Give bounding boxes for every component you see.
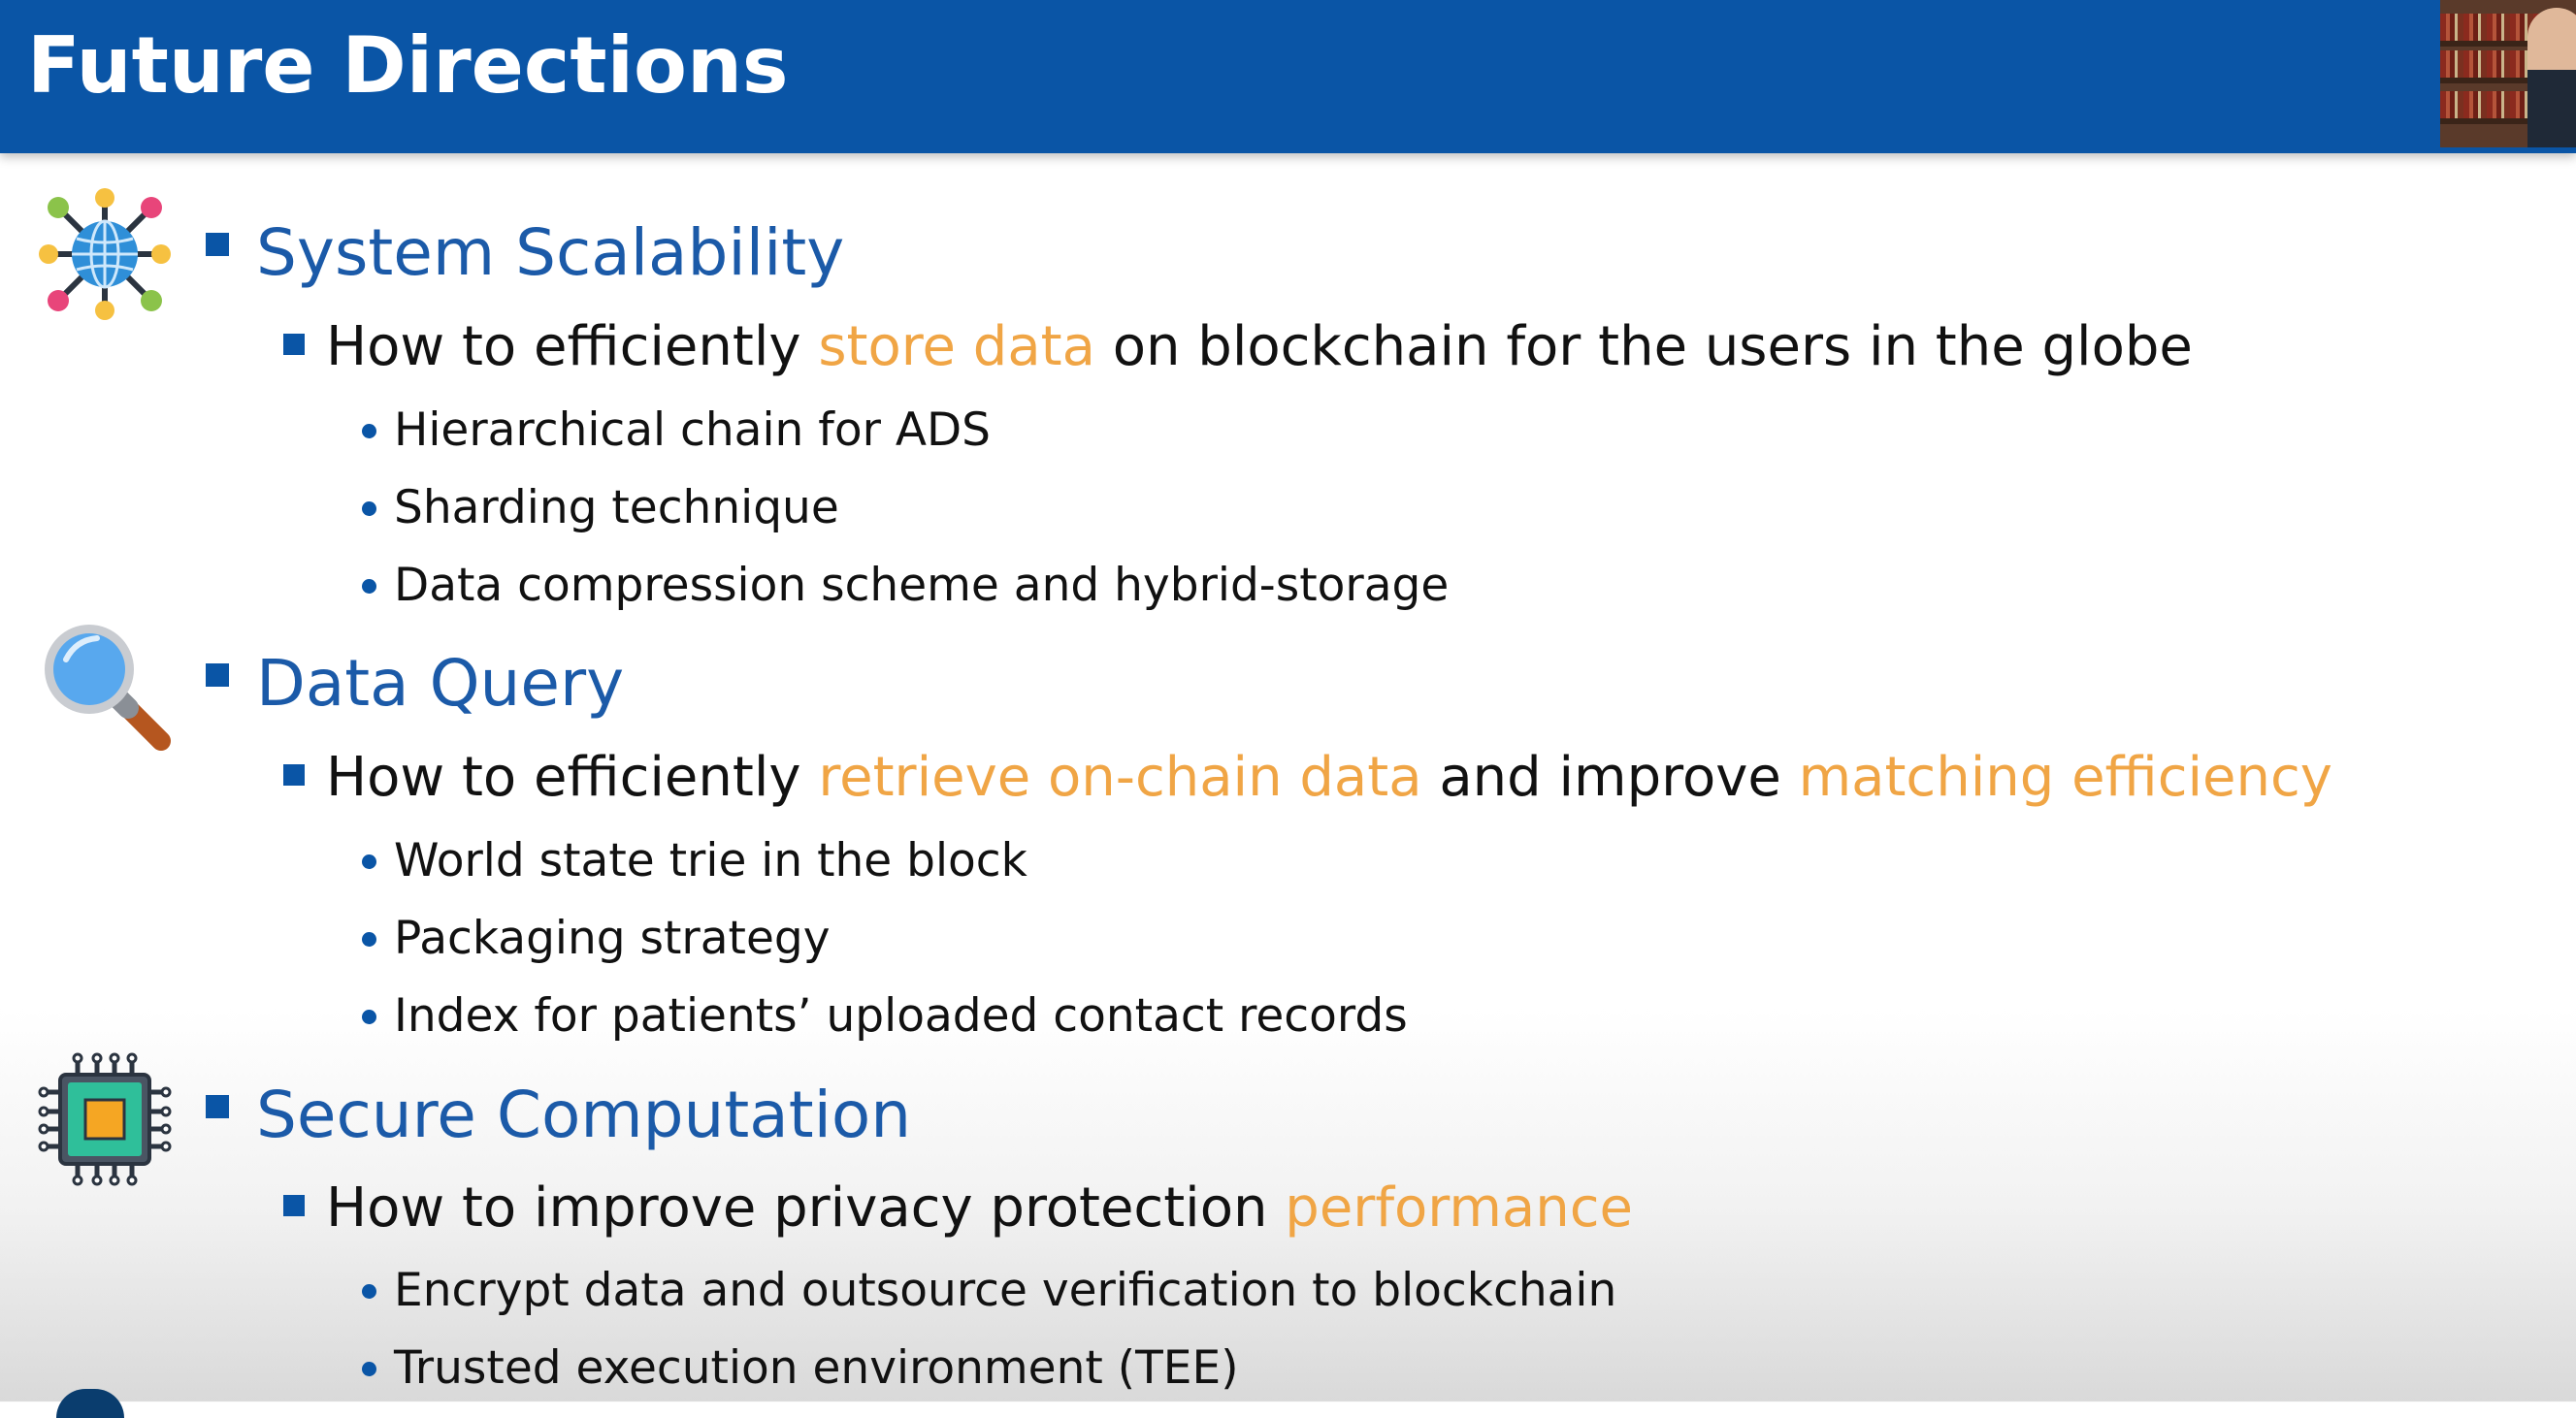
section-heading-data-query: Data Query [256, 646, 625, 721]
cpu-chip-icon [37, 1051, 173, 1187]
level3-bullet [362, 932, 376, 947]
list-item: Trusted execution environment (TEE) [394, 1341, 1239, 1395]
highlight-text: performance [1285, 1176, 1633, 1240]
level3-bullet [362, 1010, 376, 1024]
question-text: on blockchain for the users in the globe [1094, 315, 2193, 378]
list-item: Data compression scheme and hybrid-stora… [394, 559, 1450, 612]
list-item: Index for patients’ uploaded contact rec… [394, 989, 1408, 1043]
level2-bullet [283, 334, 305, 355]
level1-bullet [206, 663, 229, 687]
magnifying-glass-icon [37, 617, 173, 753]
section-heading-system-scalability: System Scalability [256, 215, 845, 290]
level2-bullet [283, 764, 305, 786]
question-text: How to efficiently [326, 315, 819, 378]
level3-bullet [362, 854, 376, 869]
level1-bullet [206, 233, 229, 256]
list-item: Encrypt data and outsource verification … [394, 1264, 1617, 1317]
level3-bullet [362, 1362, 376, 1376]
network-globe-icon [37, 186, 173, 322]
list-item: Sharding technique [394, 481, 839, 534]
list-item: World state trie in the block [394, 834, 1027, 887]
question-system-scalability: How to efficiently store data on blockch… [326, 313, 2193, 381]
highlight-text: retrieve on-chain data [818, 746, 1422, 809]
slide-title: Future Directions [27, 20, 789, 111]
presenter-figure [2527, 8, 2576, 147]
question-text: How to efficiently [326, 746, 819, 809]
slide-header: Future Directions [0, 0, 2576, 153]
level3-bullet [362, 579, 376, 594]
question-data-query: How to efficiently retrieve on-chain dat… [326, 744, 2332, 812]
question-secure-computation: How to improve privacy protection perfor… [326, 1175, 1633, 1242]
presenter-webcam-thumbnail [2440, 0, 2576, 147]
highlight-text: matching efficiency [1798, 746, 2332, 809]
list-item: Hierarchical chain for ADS [394, 403, 992, 457]
level2-bullet [283, 1195, 305, 1216]
question-text: How to improve privacy protection [326, 1176, 1286, 1240]
level3-bullet [362, 424, 376, 438]
level3-bullet [362, 1284, 376, 1299]
question-text: and improve [1421, 746, 1799, 809]
highlight-text: store data [818, 315, 1095, 378]
list-item: Packaging strategy [394, 912, 831, 965]
level1-bullet [206, 1095, 229, 1118]
section-heading-secure-computation: Secure Computation [256, 1078, 912, 1152]
level3-bullet [362, 501, 376, 516]
cropped-icon-fragment [56, 1389, 124, 1418]
